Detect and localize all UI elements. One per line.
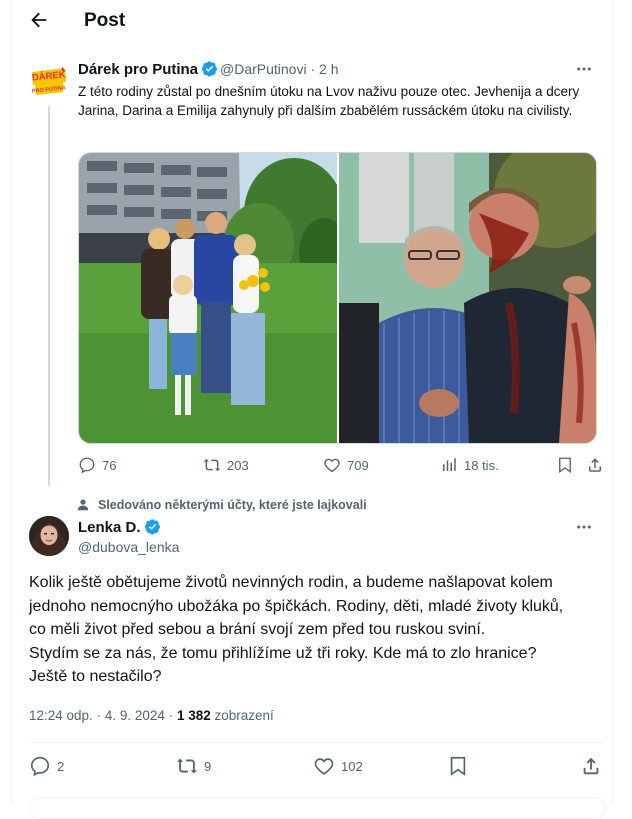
views-count: 1 382: [176, 708, 211, 723]
retweet-button[interactable]: 203: [203, 456, 249, 474]
post-actions: 2 9 102: [29, 755, 604, 779]
reply-button[interactable]: 76: [78, 456, 116, 474]
post-text-line: co měli život před sebou a brání svojí z…: [29, 621, 486, 638]
retweet-count: 203: [227, 457, 249, 473]
post-text-line: jednoho nemocnýho ubožáka po špičkách. R…: [29, 597, 564, 615]
like-count: 709: [347, 457, 369, 473]
social-context-text[interactable]: Sledováno některými účty, které jste laj…: [98, 498, 367, 512]
media-grid[interactable]: [78, 152, 597, 444]
post-date[interactable]: 4. 9. 2024: [105, 708, 165, 723]
separator-dot: ·: [96, 708, 102, 723]
divider: [29, 742, 604, 743]
bookmark-icon: [450, 756, 466, 776]
post-time[interactable]: 12:24 odp.: [29, 708, 93, 723]
family-photo[interactable]: [79, 153, 337, 443]
author-handle-time[interactable]: @DarPutinovi · 2 h: [220, 61, 339, 77]
bookmark-button[interactable]: [556, 456, 574, 474]
social-context: Sledováno některými účty, které jste laj…: [76, 498, 367, 512]
verified-badge-icon: [144, 518, 161, 535]
reply-button[interactable]: 2: [29, 755, 64, 777]
separator-dot: ·: [168, 708, 174, 723]
avatar[interactable]: DÁREK PRO PUTINA: [29, 62, 69, 102]
bookmark-button[interactable]: [447, 755, 469, 777]
author-name[interactable]: Dárek pro Putina: [78, 60, 218, 78]
views-label: zobrazení: [214, 708, 274, 723]
injured-men-photo[interactable]: [339, 153, 596, 443]
retweet-button[interactable]: 9: [176, 755, 211, 777]
post-text-line: Kolik ještě obětujeme životů nevinných r…: [29, 574, 553, 591]
heart-icon: [314, 758, 334, 775]
more-options-icon[interactable]: [575, 60, 593, 78]
author-name-text[interactable]: Lenka D.: [78, 519, 141, 536]
verified-badge-icon: [201, 60, 218, 77]
like-button[interactable]: 709: [323, 456, 369, 474]
post-text-line: Ještě to nestačilo?: [29, 668, 162, 685]
share-icon: [583, 757, 599, 775]
views-count: 18 tis.: [464, 457, 499, 473]
post-actions: 76 203 709 18 tis.: [78, 456, 601, 478]
heart-icon: [324, 458, 340, 473]
views-button[interactable]: 18 tis.: [440, 456, 499, 474]
share-button[interactable]: [580, 755, 602, 777]
share-icon: [589, 458, 601, 472]
like-count: 102: [341, 758, 363, 774]
thread-line: [48, 106, 50, 486]
views-chart-icon: [443, 458, 456, 471]
post-text: Z této rodiny zůstal po dnešním útoku na…: [78, 84, 580, 118]
share-button[interactable]: [586, 456, 604, 474]
reply-count: 2: [57, 758, 65, 774]
retweet-icon: [176, 758, 198, 774]
post-text-line: Stydím se za nás, že tomu přihlížíme už …: [29, 644, 537, 662]
author-handle[interactable]: @dubova_lenka: [78, 539, 179, 555]
back-arrow-icon[interactable]: [28, 9, 50, 31]
reply-composer[interactable]: [29, 797, 606, 819]
author-handle[interactable]: @DarPutinovi: [220, 61, 307, 77]
bookmark-icon: [559, 457, 571, 474]
reply-count: 76: [102, 457, 117, 473]
page-header: Post: [12, 0, 612, 42]
post-time[interactable]: 2 h: [319, 61, 338, 77]
more-options-icon[interactable]: [575, 518, 593, 536]
page-title: Post: [84, 10, 126, 31]
avatar[interactable]: [29, 516, 69, 556]
reply-icon: [30, 756, 50, 777]
author-name[interactable]: Lenka D.: [78, 518, 161, 536]
main-column: Post DÁREK PRO PUTINA Dárek pro Putina @…: [11, 0, 613, 819]
darek-pro-putina-logo: DÁREK PRO PUTINA: [29, 62, 69, 102]
like-button[interactable]: 102: [313, 755, 363, 777]
retweet-icon: [203, 458, 221, 472]
person-icon: [77, 499, 89, 511]
separator-dot: ·: [310, 61, 316, 77]
lenka-avatar-image: [29, 516, 69, 556]
retweet-count: 9: [204, 758, 212, 774]
post-meta: 12:24 odp. · 4. 9. 2024 · 1 382 zobrazen…: [29, 708, 274, 723]
author-name-text[interactable]: Dárek pro Putina: [78, 61, 198, 78]
reply-icon: [79, 457, 95, 474]
post-text: Kolik ještě obětujeme životů nevinných r…: [29, 571, 599, 689]
